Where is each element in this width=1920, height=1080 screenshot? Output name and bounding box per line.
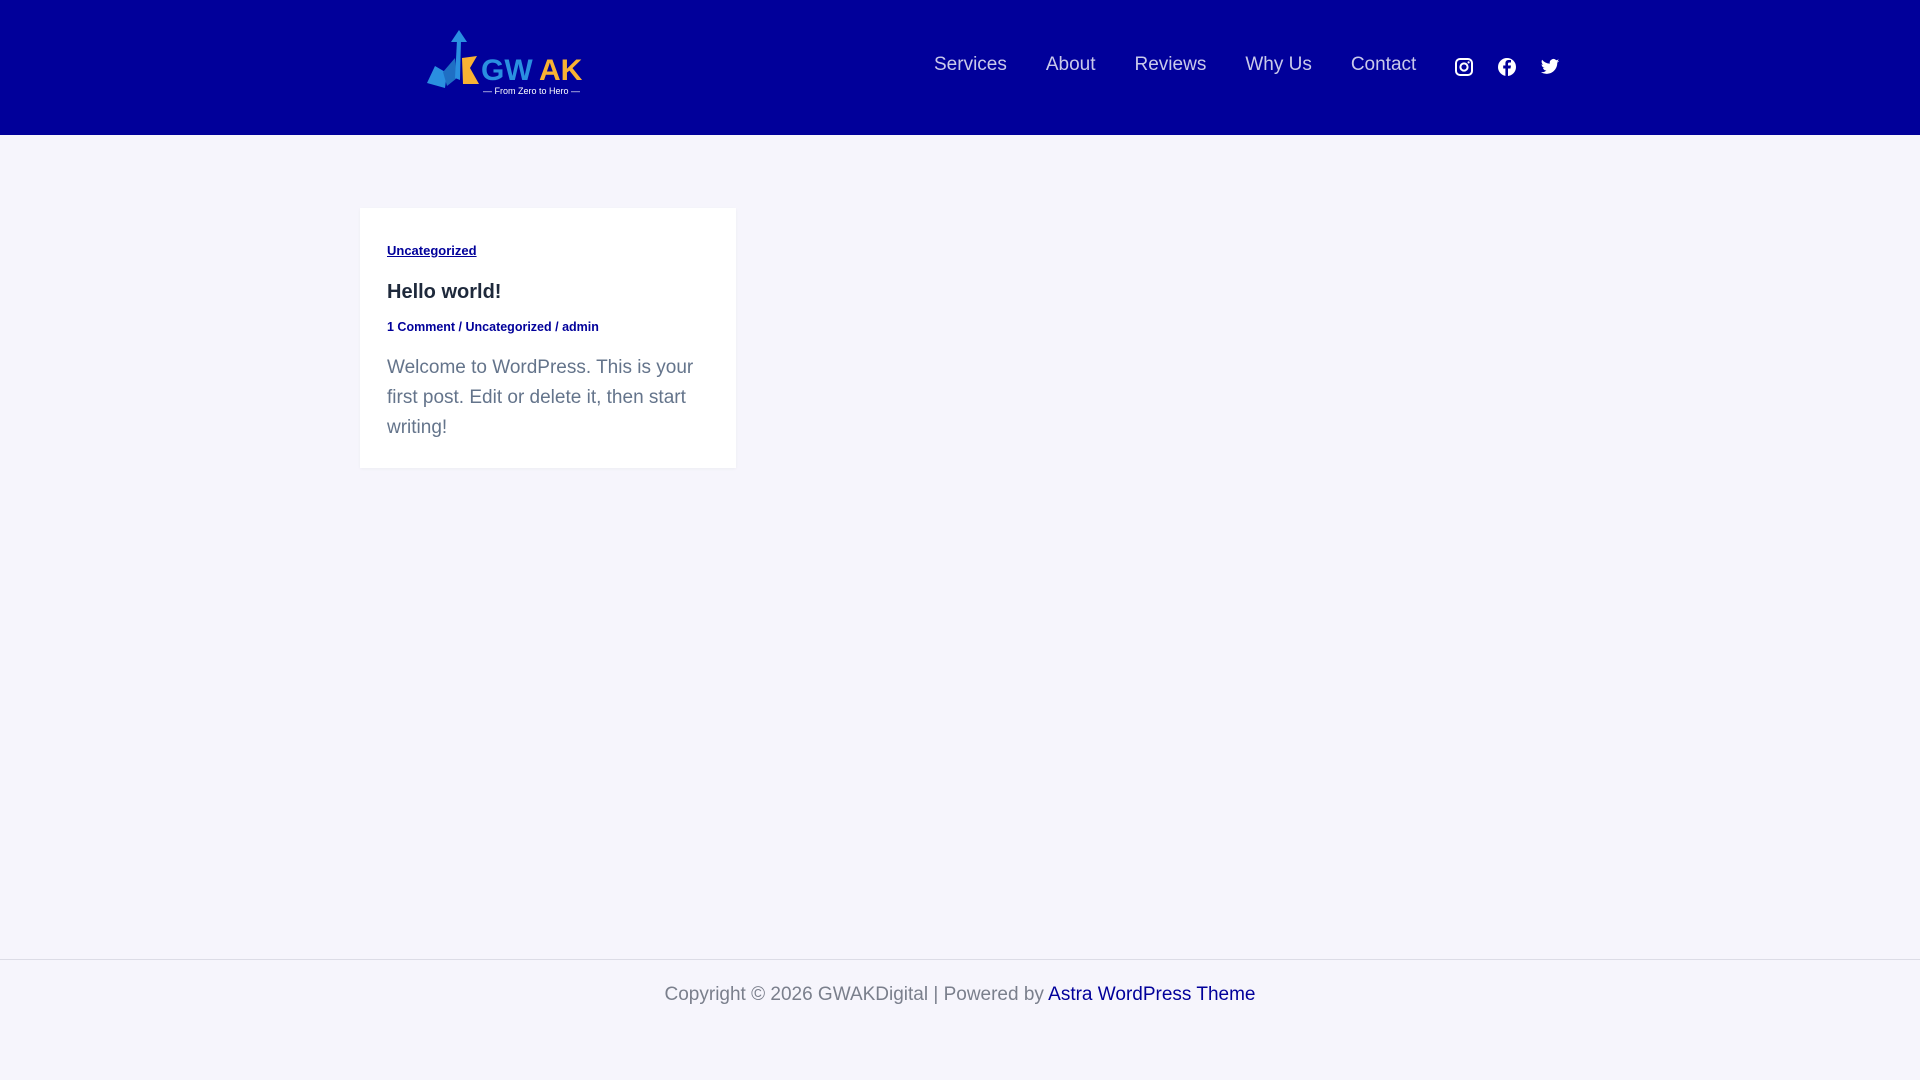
comments-link[interactable]: 1 Comment [387,320,455,334]
primary-nav: Services About Reviews Why Us Contact [934,54,1455,76]
instagram-icon[interactable] [1454,57,1474,77]
site-footer: Copyright © 2026 GWAKDigital | Powered b… [0,959,1920,1080]
copyright: Copyright © 2026 GWAKDigital | Powered b… [0,984,1920,1006]
nav-services[interactable]: Services [934,54,1007,76]
theme-link[interactable]: Astra WordPress Theme [1048,984,1255,1005]
post-excerpt: Welcome to WordPress. This is your first… [387,357,694,438]
svg-text:— From Zero to Hero —: — From Zero to Hero — [483,86,580,96]
twitter-icon[interactable] [1540,57,1560,77]
nav-why-us[interactable]: Why Us [1245,54,1312,76]
svg-text:AK: AK [539,54,583,87]
nav-reviews[interactable]: Reviews [1135,54,1207,76]
author-link[interactable]: admin [562,320,599,334]
social-links [1454,57,1560,77]
post-meta: 1 Comment / Uncategorized / admin [387,320,599,334]
svg-text:GW: GW [481,54,533,87]
meta-category-link[interactable]: Uncategorized [466,320,552,334]
nav-about[interactable]: About [1046,54,1096,76]
nav-contact[interactable]: Contact [1351,54,1416,76]
site-header: GW AK — From Zero to Hero — Services Abo… [0,0,1920,135]
site-logo[interactable]: GW AK — From Zero to Hero — [425,28,590,96]
post-card: Uncategorized Hello world! 1 Comment / U… [360,208,736,468]
meta-separator: / [551,320,563,334]
copyright-text: Copyright © 2026 GWAKDigital | Powered b… [664,984,1049,1005]
facebook-icon[interactable] [1497,57,1517,77]
meta-separator: / [455,320,466,334]
post-title[interactable]: Hello world! [387,281,501,304]
post-category-link[interactable]: Uncategorized [387,243,477,258]
